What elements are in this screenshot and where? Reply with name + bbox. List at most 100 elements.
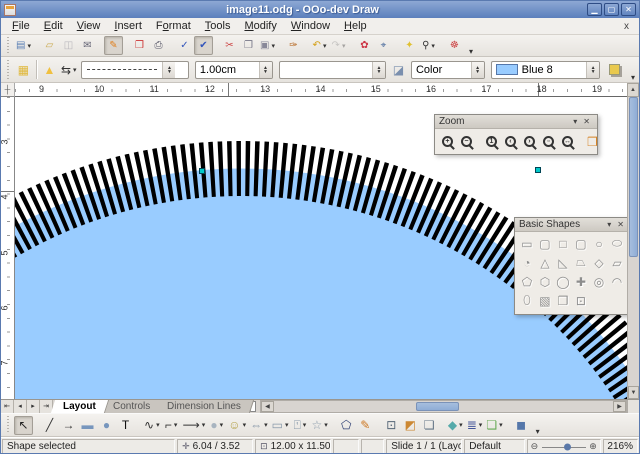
line-style-select[interactable]: ▲▼	[81, 61, 188, 79]
line-color-select[interactable]: ▲▼	[279, 61, 386, 79]
shape-rectangle-button[interactable]: ▭	[518, 234, 536, 253]
close-button[interactable]: ✕	[621, 3, 636, 16]
select-button[interactable]: ↖	[14, 416, 33, 435]
shadow-toggle-button[interactable]	[609, 64, 620, 75]
fill-type-stepper[interactable]: ▲▼	[471, 62, 484, 78]
object-zoom-button[interactable]: ❒	[583, 132, 602, 151]
shape-folded-corner-button[interactable]: ❐	[554, 291, 572, 310]
line-width-input[interactable]: 1.00cm ▲▼	[195, 61, 273, 79]
selection-handle[interactable]	[535, 167, 541, 173]
palette-menu-icon[interactable]: ▾	[570, 117, 580, 126]
shape-trapezoid-button[interactable]: ⏢	[572, 253, 590, 272]
fill-color-value[interactable]: Blue 8	[518, 64, 586, 76]
edit-file-button[interactable]: ✎	[104, 36, 123, 55]
chevron-down-icon[interactable]: ▾	[303, 421, 307, 429]
menu-modify[interactable]: Modify	[237, 19, 283, 33]
tab-layout[interactable]: Layout	[51, 400, 109, 413]
rectangle-button[interactable]: ▬	[78, 416, 97, 435]
shape-ring-button[interactable]: ◎	[590, 272, 608, 291]
shape-rounded-rectangle-button[interactable]: ▢	[536, 234, 554, 253]
fill-color-stepper[interactable]: ▲▼	[586, 62, 599, 78]
scroll-right-button[interactable]: ▶	[613, 401, 626, 412]
glue-points-button[interactable]: ✎	[356, 416, 375, 435]
menu-help[interactable]: Help	[337, 19, 374, 33]
undo-button[interactable]: ↶▾	[310, 36, 329, 55]
area-button[interactable]: ◪	[389, 60, 408, 79]
toolbar-grip[interactable]	[5, 37, 12, 54]
scroll-up-button[interactable]: ▲	[627, 83, 639, 97]
palette-close-icon[interactable]: ✕	[614, 220, 627, 229]
basic-shapes-button[interactable]: ●▾	[207, 416, 226, 435]
tab-prev-button[interactable]: ◂	[14, 400, 27, 413]
toolbar-overflow-icon[interactable]: ▾	[629, 73, 637, 82]
line-width-value[interactable]: 1.00cm	[196, 64, 259, 76]
new-document-button[interactable]: ▤▾	[14, 36, 33, 55]
shape-ellipse-button[interactable]: ⬭	[608, 234, 626, 253]
horizontal-scrollbar-thumb[interactable]	[416, 402, 459, 411]
line-button[interactable]: ╱	[40, 416, 59, 435]
shape-octagon-button[interactable]: ◯	[554, 272, 572, 291]
styles-button[interactable]: ▦	[14, 60, 33, 79]
status-zoom-value[interactable]: 216%	[603, 439, 638, 454]
zoom-previous-button[interactable]: ‹	[501, 132, 520, 151]
chevron-down-icon[interactable]: ▾	[342, 42, 346, 50]
gallery-button[interactable]: ✿	[355, 36, 374, 55]
navigator-button[interactable]: ⌖	[374, 36, 393, 55]
chevron-down-icon[interactable]: ▾	[27, 42, 31, 50]
shape-pentagon-button[interactable]: ⬠	[518, 272, 536, 291]
chevron-down-icon[interactable]: ▾	[499, 421, 503, 429]
block-arrows-button[interactable]: ⇔▾	[248, 416, 270, 435]
palette-menu-icon[interactable]: ▾	[604, 220, 614, 229]
paste-button[interactable]: ▣▾	[258, 36, 277, 55]
line-color-stepper[interactable]: ▲▼	[372, 62, 385, 78]
arrow-style-button[interactable]: ⇆▾	[59, 60, 79, 79]
alignment-button[interactable]: ≣▾	[465, 416, 485, 435]
zoom-button[interactable]: ⚲▾	[419, 36, 438, 55]
maximize-button[interactable]: ▢	[604, 3, 619, 16]
open-button[interactable]: ▱	[40, 36, 59, 55]
status-slide[interactable]: Slide 1 / 1 (Layout)	[386, 439, 462, 454]
drawing-canvas[interactable]: Zoom ▾ ✕ +−1‹›▫↔❒ Basic Shapes ▾ ✕ ▭▢□▢○…	[15, 97, 627, 399]
menu-tools[interactable]: Tools	[198, 19, 238, 33]
shape-circle-pie-button[interactable]: ◔	[518, 253, 536, 272]
arrange-button[interactable]: ❏▾	[484, 416, 504, 435]
zoom-next-button[interactable]: ›	[520, 132, 539, 151]
menu-file[interactable]: File	[5, 19, 37, 33]
shape-cube-button[interactable]: ▧	[536, 291, 554, 310]
chevron-down-icon[interactable]: ▾	[323, 42, 327, 50]
toolbar-grip[interactable]	[5, 60, 12, 80]
chevron-down-icon[interactable]: ▾	[459, 421, 463, 429]
fill-type-select[interactable]: Color ▲▼	[411, 61, 485, 79]
zoom-page-width-button[interactable]: ↔	[558, 132, 577, 151]
email-button[interactable]: ✉	[78, 36, 97, 55]
effects-button[interactable]: ◆▾	[446, 416, 465, 435]
shapes-palette-titlebar[interactable]: Basic Shapes ▾ ✕	[515, 218, 627, 232]
zoom-out-button[interactable]: −	[457, 132, 476, 151]
save-button[interactable]: ◫	[59, 36, 78, 55]
stars-button[interactable]: ☆▾	[309, 416, 329, 435]
toolbar-grip[interactable]	[5, 416, 12, 434]
ellipse-button[interactable]: ●	[97, 416, 116, 435]
vertical-scrollbar-thumb[interactable]	[629, 97, 638, 257]
shape-cross-button[interactable]: ✚	[572, 272, 590, 291]
callouts-button[interactable]: ⍞▾	[290, 416, 309, 435]
shape-diamond-button[interactable]: ◇	[590, 253, 608, 272]
chevron-down-icon[interactable]: ▾	[264, 421, 268, 429]
line-arrow-end-button[interactable]: →	[59, 416, 78, 435]
shape-right-triangle-button[interactable]: ◺	[554, 253, 572, 272]
insert-picture-button[interactable]: ⊡	[382, 416, 401, 435]
chevron-down-icon[interactable]: ▾	[271, 42, 275, 50]
vertical-ruler[interactable]: 34567	[1, 97, 15, 399]
edit-points-button[interactable]: ⬠	[337, 416, 356, 435]
curve-button[interactable]: ∿▾	[142, 416, 162, 435]
chevron-down-icon[interactable]: ▾	[479, 421, 483, 429]
display-snap-button[interactable]: ✦	[400, 36, 419, 55]
fill-type-value[interactable]: Color	[412, 64, 471, 76]
menu-edit[interactable]: Edit	[37, 19, 70, 33]
redo-button[interactable]: ↷▾	[329, 36, 348, 55]
shape-square-button[interactable]: □	[554, 234, 572, 253]
chevron-down-icon[interactable]: ▾	[220, 421, 224, 429]
tab-controls[interactable]: Controls	[101, 400, 163, 413]
horizontal-scrollbar[interactable]: ◀ ▶	[260, 400, 627, 413]
menu-window[interactable]: Window	[284, 19, 337, 33]
